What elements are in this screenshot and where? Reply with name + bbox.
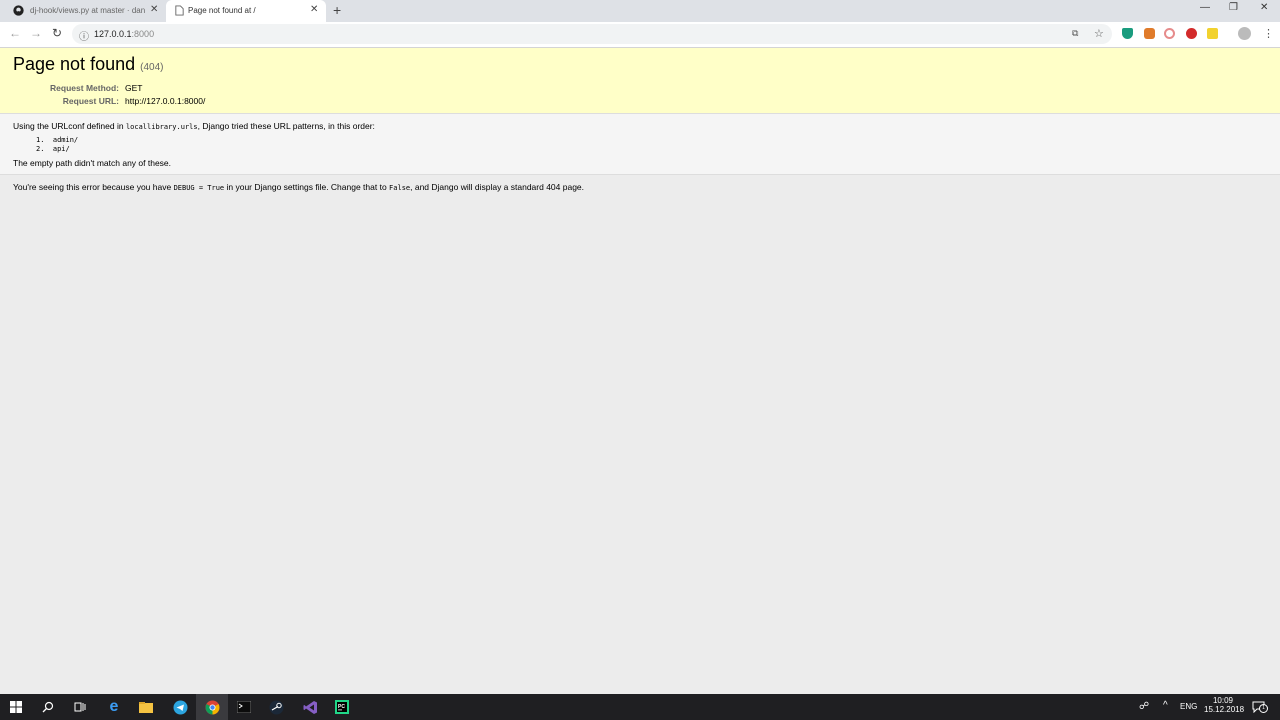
request-url-label: Request URL: [62, 96, 119, 106]
people-icon[interactable]: ☍ [1139, 701, 1149, 712]
clock[interactable]: 10:09 15.12.2018 [1204, 696, 1245, 714]
edge-icon[interactable]: e [98, 694, 130, 720]
language-indicator[interactable]: ENG [1180, 702, 1197, 711]
metamask-extension-icon[interactable] [1144, 28, 1155, 39]
clock-time: 10:09 [1212, 696, 1234, 705]
close-tab-icon[interactable]: ✕ [310, 4, 318, 15]
taskbar: e PC ☍ ^ ENG 10:09 15.12.2018 1 [0, 694, 1280, 720]
urlconf-text: Using the URLconf defined in locallibrar… [13, 121, 375, 131]
urlconf-info: Using the URLconf defined in locallibrar… [0, 114, 1280, 175]
debug-false: False [389, 184, 411, 192]
notification-count: 1 [1259, 704, 1268, 713]
page-title: Page not found (404) [13, 54, 163, 75]
notification-icon[interactable]: 1 [1252, 700, 1268, 714]
new-tab-icon[interactable]: + [333, 2, 341, 18]
info-icon[interactable]: ⓘ [79, 28, 89, 43]
minimize-icon[interactable]: — [1200, 2, 1210, 13]
tab-github[interactable]: dj-hook/views.py at master · dan ✕ [0, 0, 166, 22]
star-icon[interactable]: ☆ [1094, 27, 1104, 40]
keep-extension-icon[interactable] [1207, 28, 1218, 39]
translate-icon[interactable]: ⧉ [1072, 28, 1078, 39]
url-text: 127.0.0.1:8000 [94, 29, 154, 39]
restore-icon[interactable]: ❐ [1229, 2, 1238, 13]
svg-text:PC: PC [338, 704, 345, 710]
pycharm-icon[interactable]: PC [326, 694, 358, 720]
search-icon[interactable] [32, 694, 64, 720]
tab-title: Page not found at / [188, 6, 256, 15]
status-code: (404) [140, 62, 164, 73]
terminal-icon[interactable] [228, 694, 260, 720]
url-host: 127.0.0.1 [94, 29, 132, 39]
clock-date: 15.12.2018 [1204, 705, 1245, 714]
urlconf-suffix: , Django tried these URL patterns, in th… [197, 121, 375, 131]
tab-strip: dj-hook/views.py at master · dan ✕ Page … [0, 0, 1280, 22]
github-icon [13, 5, 24, 16]
pattern-api: api/ [52, 145, 70, 153]
task-view-icon[interactable] [64, 694, 96, 720]
back-icon[interactable]: ← [9, 26, 21, 40]
pattern-item: 2. api/ [36, 145, 70, 153]
shield-extension-icon[interactable] [1122, 28, 1133, 39]
browser-toolbar: ← → ↻ ⓘ 127.0.0.1:8000 ⧉ ☆ ⋮ [0, 22, 1280, 48]
reload-icon[interactable]: ↻ [52, 26, 62, 40]
pattern-admin: admin/ [52, 136, 79, 144]
forward-icon[interactable]: → [30, 26, 42, 40]
chevron-up-icon[interactable]: ^ [1163, 700, 1168, 711]
tab-page-not-found[interactable]: Page not found at / ✕ [166, 0, 326, 22]
request-method-label: Request Method: [50, 83, 119, 93]
urlconf-prefix: Using the URLconf defined in [13, 121, 126, 131]
debug-explanation: You're seeing this error because you hav… [13, 182, 584, 192]
request-method-value: GET [125, 83, 143, 93]
no-match-text: The empty path didn't match any of these… [13, 158, 172, 168]
file-explorer-icon[interactable] [130, 694, 162, 720]
adblock-extension-icon[interactable] [1186, 28, 1197, 39]
window-close-icon[interactable]: ✕ [1260, 2, 1268, 13]
debug-middle: in your Django settings file. Change tha… [224, 182, 390, 192]
page-title-text: Page not found [13, 54, 136, 74]
request-url-value: http://127.0.0.1:8000/ [125, 96, 206, 106]
error-summary: Page not found (404) Request Method: GET… [0, 48, 1280, 114]
chrome-icon[interactable] [196, 694, 228, 720]
target-extension-icon[interactable] [1164, 28, 1175, 39]
visual-studio-icon[interactable] [294, 694, 326, 720]
url-port: :8000 [131, 29, 155, 39]
address-bar[interactable]: ⓘ 127.0.0.1:8000 ⧉ ☆ [72, 24, 1112, 44]
windows-start-icon[interactable] [0, 694, 32, 720]
tab-title: dj-hook/views.py at master · dan [30, 6, 146, 15]
debug-suffix: , and Django will display a standard 404… [410, 182, 585, 192]
debug-prefix: You're seeing this error because you hav… [13, 182, 174, 192]
close-tab-icon[interactable]: ✕ [150, 4, 158, 15]
menu-icon[interactable]: ⋮ [1263, 27, 1274, 40]
telegram-icon[interactable] [164, 694, 196, 720]
steam-icon[interactable] [260, 694, 292, 720]
pattern-item: 1. admin/ [36, 136, 79, 144]
page-icon [175, 5, 184, 16]
urlconf-name: locallibrary.urls [125, 123, 198, 131]
debug-code: DEBUG = True [173, 184, 225, 192]
avatar[interactable] [1238, 27, 1251, 40]
